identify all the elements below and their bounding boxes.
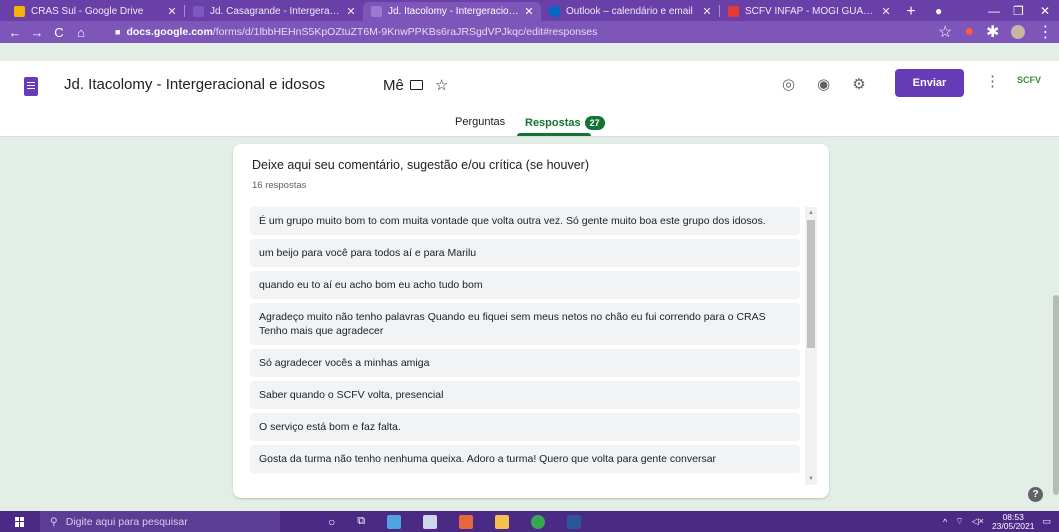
minimize-icon[interactable]: —: [988, 0, 1000, 21]
response-item: É um grupo muito bom to com muita vontad…: [250, 207, 800, 235]
form-title[interactable]: Jd. Itacolomy - Intergeracional e idosos: [64, 76, 325, 93]
brand-logo: SCFV: [1017, 75, 1042, 85]
clock-date: 23/05/2021: [991, 520, 1035, 531]
settings-gear-icon[interactable]: ⚙: [852, 75, 865, 93]
avatar[interactable]: [1011, 25, 1026, 39]
puzzle-icon[interactable]: ✱: [986, 22, 999, 42]
forms-icon: [193, 6, 204, 17]
office-icon[interactable]: [459, 514, 474, 529]
tab-title: Outlook – calendário e email: [566, 6, 693, 17]
response-item: Só agradecer vocês a minhas amiga: [250, 349, 800, 377]
question-summary-card: Deixe aqui seu comentário, sugestão e/ou…: [233, 144, 829, 498]
network-icon[interactable]: ⌔: [955, 516, 963, 527]
form-tabs: Perguntas Respostas 27: [0, 108, 1059, 136]
menu-icon[interactable]: ⋮: [1037, 22, 1053, 42]
outlook-icon: [549, 6, 560, 17]
response-item: O serviço está bom e faz falta.: [250, 413, 800, 441]
scrollbar-thumb[interactable]: [807, 220, 815, 348]
browser-tab[interactable]: Jd. Casagrande - Intergeracio ✕: [185, 2, 363, 21]
preview-eye-icon[interactable]: ◉: [817, 75, 830, 93]
tab-responses-label: Respostas: [525, 117, 581, 129]
profile-icon[interactable]: ●: [935, 0, 942, 21]
close-tab-icon[interactable]: ✕: [701, 5, 713, 18]
lock-icon: ■: [115, 27, 121, 37]
chrome-icon[interactable]: [531, 514, 546, 529]
response-count: 16 respostas: [252, 180, 307, 191]
response-item: um beijo para você para todos aí e para …: [250, 239, 800, 267]
question-title: Deixe aqui seu comentário, sugestão e/ou…: [252, 158, 589, 172]
browser-tab-active[interactable]: Jd. Itacolomy - Intergeracional ✕: [363, 2, 541, 21]
taskbar-search-box[interactable]: ⚲ Digite aqui para pesquisar: [40, 511, 280, 532]
browser-tab[interactable]: SCFV INFAP - MOGI GUAÇU ✕: [720, 2, 898, 21]
send-button[interactable]: Enviar: [895, 69, 964, 97]
file-explorer-icon[interactable]: [495, 514, 510, 529]
bookmark-star-icon[interactable]: ☆: [938, 22, 952, 42]
reload-icon[interactable]: C: [48, 25, 70, 40]
response-item: Saber quando o SCFV volta, presencial: [250, 381, 800, 409]
scroll-up-icon[interactable]: ▲: [805, 207, 817, 219]
responses-count-badge: 27: [584, 116, 605, 130]
system-tray: ^ ⌔ ◁× 08:53 23/05/2021 ▭: [943, 511, 1051, 532]
responses-scrollbar[interactable]: ▲ ▼: [805, 207, 817, 485]
response-item: quando eu to aí eu acho bom eu acho tudo…: [250, 271, 800, 299]
clock[interactable]: 08:53 23/05/2021: [991, 512, 1035, 531]
taskbar-search-placeholder: Digite aqui para pesquisar: [65, 515, 188, 528]
address-bar[interactable]: ■ docs.google.com /forms/d/1lbbHEHnS5KpO…: [115, 23, 925, 41]
forms-logo-icon[interactable]: [24, 77, 38, 96]
store-icon[interactable]: [423, 514, 438, 529]
tab-title: SCFV INFAP - MOGI GUAÇU: [745, 6, 876, 17]
home-icon[interactable]: ⌂: [70, 25, 92, 40]
new-tab-button[interactable]: +: [898, 2, 924, 21]
search-icon: ⚲: [50, 515, 58, 528]
browser-tab-strip: CRAS Sul - Google Drive ✕ Jd. Casagrande…: [0, 0, 1059, 21]
palette-icon[interactable]: ◎: [782, 75, 795, 93]
youtube-icon: [728, 6, 739, 17]
help-icon[interactable]: ?: [1028, 487, 1043, 502]
close-tab-icon[interactable]: ✕: [345, 5, 357, 18]
url-path: /forms/d/1lbbHEHnS5KpOZtuZT6M-9KnwPPKBs6…: [212, 26, 598, 38]
responses-list[interactable]: É um grupo muito bom to com muita vontad…: [250, 207, 800, 485]
tab-title: CRAS Sul - Google Drive: [31, 6, 144, 17]
windows-taskbar: ⚲ Digite aqui para pesquisar ○ ⧉ ^ ⌔ ◁× …: [0, 511, 1059, 532]
cortana-icon[interactable]: ○: [328, 515, 335, 529]
response-item: Gosta da turma não tenho nenhuma queixa.…: [250, 445, 800, 473]
scroll-down-icon[interactable]: ▼: [805, 473, 817, 485]
browser-tab[interactable]: CRAS Sul - Google Drive ✕: [6, 2, 184, 21]
close-tab-icon[interactable]: ✕: [166, 5, 178, 18]
browser-tab[interactable]: Outlook – calendário e email ✕: [541, 2, 719, 21]
tab-title: Jd. Casagrande - Intergeracio: [210, 6, 341, 17]
tab-questions[interactable]: Perguntas: [455, 116, 505, 128]
folder-icon[interactable]: [409, 80, 423, 90]
url-host: docs.google.com: [126, 26, 213, 38]
forward-icon[interactable]: →: [26, 25, 48, 40]
folder-label: Mê: [383, 76, 404, 94]
volume-icon[interactable]: ◁×: [972, 516, 984, 527]
active-tab-indicator: [517, 133, 591, 136]
notifications-icon[interactable]: ▭: [1042, 516, 1051, 527]
forms-header: Jd. Itacolomy - Intergeracional e idosos…: [0, 61, 1059, 137]
restore-icon[interactable]: ❐: [1013, 0, 1024, 21]
back-icon[interactable]: ←: [4, 25, 26, 40]
mail-icon[interactable]: [387, 514, 402, 529]
page-scrollbar-thumb[interactable]: [1053, 295, 1059, 495]
windows-logo-icon: [15, 516, 25, 527]
close-window-icon[interactable]: ✕: [1040, 0, 1050, 21]
drive-icon: [14, 6, 25, 17]
response-item: Agradeço muito não tenho palavras Quando…: [250, 303, 800, 345]
forms-icon: [371, 6, 382, 17]
extension-icon[interactable]: ●: [964, 23, 974, 41]
tab-responses[interactable]: Respostas 27: [525, 116, 605, 130]
more-options-icon[interactable]: ⋮: [985, 72, 1000, 90]
tray-chevron-icon[interactable]: ^: [943, 517, 947, 527]
word-icon[interactable]: [567, 514, 582, 529]
close-tab-icon[interactable]: ✕: [523, 5, 535, 18]
start-button[interactable]: [0, 516, 40, 527]
tab-title: Jd. Itacolomy - Intergeracional: [388, 6, 519, 17]
close-tab-icon[interactable]: ✕: [880, 5, 892, 18]
star-icon[interactable]: ☆: [435, 76, 448, 94]
task-view-icon[interactable]: ⧉: [357, 515, 365, 528]
browser-toolbar: ← → C ⌂ ■ docs.google.com /forms/d/1lbbH…: [0, 21, 1059, 43]
